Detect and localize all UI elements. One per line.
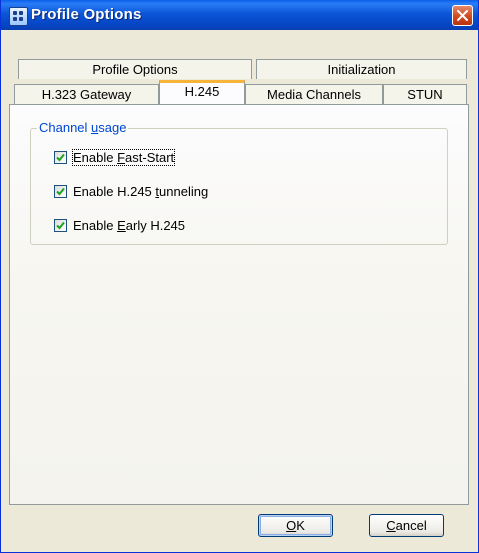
enable-early-h245-checkbox[interactable] bbox=[54, 219, 67, 232]
dialog-window: Profile Options Profile Options Initiali… bbox=[0, 0, 479, 553]
checkmark-icon bbox=[56, 153, 65, 162]
tab-media-channels[interactable]: Media Channels bbox=[245, 84, 383, 104]
tab-stun[interactable]: STUN bbox=[383, 84, 467, 104]
checkmark-icon bbox=[56, 221, 65, 230]
channel-usage-group-title: Channel usage bbox=[37, 120, 129, 135]
title-bar[interactable]: Profile Options bbox=[1, 0, 478, 30]
close-button[interactable] bbox=[452, 5, 473, 26]
cancel-button[interactable]: Cancel bbox=[369, 514, 444, 537]
ok-button[interactable]: OK bbox=[258, 514, 333, 537]
checkmark-icon bbox=[56, 187, 65, 196]
tab-profile-options[interactable]: Profile Options bbox=[18, 59, 252, 79]
tab-initialization[interactable]: Initialization bbox=[256, 59, 467, 79]
enable-fast-start-checkbox[interactable] bbox=[54, 151, 67, 164]
app-icon bbox=[9, 7, 28, 26]
enable-early-h245-label: Enable Early H.245 bbox=[73, 218, 186, 233]
tab-h323-gateway[interactable]: H.323 Gateway bbox=[14, 84, 159, 104]
enable-fast-start-label: Enable Fast-Start bbox=[71, 149, 176, 166]
window-title: Profile Options bbox=[31, 6, 142, 23]
enable-h245-tunneling-checkbox[interactable] bbox=[54, 185, 67, 198]
enable-h245-tunneling-label: Enable H.245 tunneling bbox=[73, 184, 209, 199]
tab-h245[interactable]: H.245 bbox=[159, 80, 245, 104]
close-icon bbox=[457, 10, 468, 21]
